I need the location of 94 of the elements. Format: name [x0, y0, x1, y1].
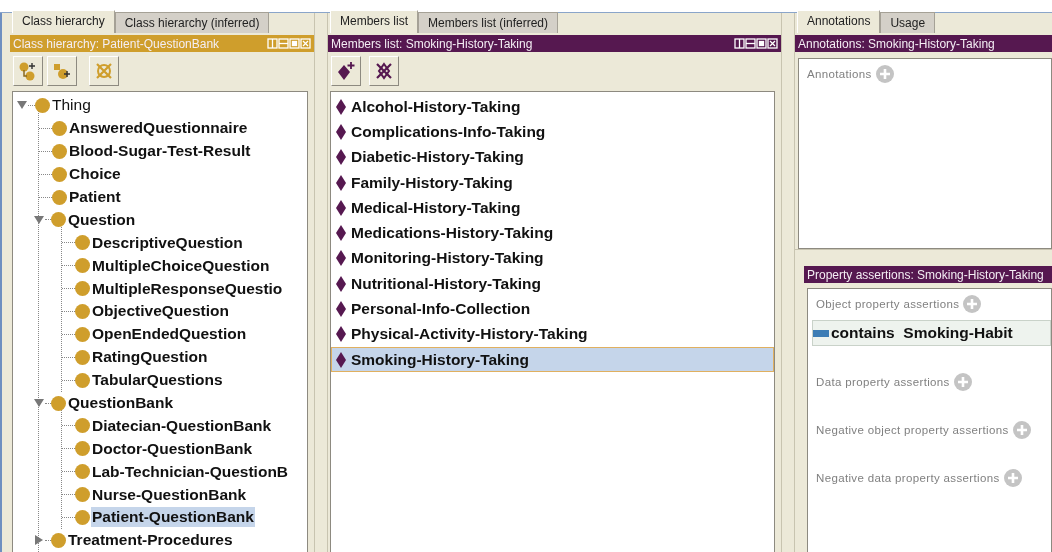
expand-arrow-icon[interactable] [33, 535, 45, 546]
class-label[interactable]: QuestionBank [67, 393, 175, 413]
class-icon [52, 143, 67, 159]
individual-icon [336, 225, 346, 242]
individual-icon [336, 275, 346, 292]
member-item[interactable]: Nutritional-History-Taking [331, 271, 774, 297]
view-tab[interactable]: Usage [880, 12, 936, 33]
view-tab[interactable]: Class hierarchy (inferred) [114, 12, 270, 33]
class-label[interactable]: Doctor-QuestionBank [91, 438, 254, 459]
individual-icon [336, 123, 346, 140]
view-title: Property assertions: Smoking-History-Taking [807, 267, 1045, 282]
add-sibling-icon [52, 61, 72, 81]
class-icon [75, 258, 90, 274]
member-item[interactable]: Alcohol-History-Taking [331, 94, 774, 120]
view-tab[interactable]: Members list (inferred) [418, 12, 559, 33]
add-subclass-icon [18, 61, 38, 81]
class-label[interactable]: Blood-Sugar-Test-Result [68, 141, 252, 162]
class-icon [75, 487, 90, 503]
class-label[interactable]: OpenEndedQuestion [91, 324, 248, 345]
class-icon [75, 418, 90, 434]
class-label[interactable]: Choice [68, 164, 122, 185]
view-title: Members list: Smoking-History-Taking [331, 36, 534, 51]
individual-icon [336, 98, 346, 115]
add-sibling-button[interactable] [47, 56, 77, 86]
view-tab[interactable]: Members list [330, 10, 418, 33]
member-item[interactable]: Medical-History-Taking [331, 195, 774, 221]
view-tab[interactable]: Annotations [797, 10, 881, 33]
class-label[interactable]: ObjectiveQuestion [91, 301, 230, 322]
class-icon [52, 120, 67, 136]
individual-icon [336, 199, 346, 216]
class-icon [35, 97, 50, 113]
class-icon [75, 441, 90, 457]
section-label: Annotations [807, 68, 872, 80]
collapse-arrow-icon[interactable] [33, 214, 45, 225]
view-controls-icon[interactable] [734, 38, 778, 49]
section-label: Negative data property assertions [816, 472, 1000, 484]
member-item[interactable]: Complications-Info-Taking [331, 119, 774, 145]
class-icon [51, 532, 66, 548]
section-label: Object property assertions [816, 298, 960, 310]
class-label[interactable]: MultipleResponseQuestio [91, 278, 284, 299]
assertion-row[interactable]: contains Smoking-Habit [812, 320, 1051, 346]
delete-icon [94, 61, 114, 81]
class-label[interactable]: Patient-QuestionBank [91, 507, 255, 528]
class-icon [52, 189, 67, 205]
individual-icon [336, 351, 346, 368]
class-icon [75, 509, 90, 525]
class-label[interactable]: Treatment-Procedures [67, 530, 234, 551]
object-property-icon [813, 329, 829, 337]
assertion-text: contains Smoking-Habit [831, 324, 1013, 342]
individual-icon [336, 149, 346, 166]
section-label: Negative object property assertions [816, 424, 1009, 436]
class-icon [51, 395, 66, 411]
individual-icon [336, 174, 346, 191]
class-icon [75, 281, 90, 297]
individual-icon [336, 326, 346, 343]
class-label[interactable]: Diatecian-QuestionBank [91, 415, 273, 436]
class-icon [52, 166, 67, 182]
member-item[interactable]: Personal-Info-Collection [331, 296, 774, 322]
class-label[interactable]: RatingQuestion [91, 347, 209, 368]
collapse-arrow-icon[interactable] [16, 100, 28, 111]
individual-icon [336, 301, 346, 317]
class-icon [75, 464, 90, 480]
class-label[interactable]: MultipleChoiceQuestion [91, 255, 271, 276]
view-title: Annotations: Smoking-History-Taking [798, 36, 996, 51]
delete-icon [374, 61, 394, 81]
class-label[interactable]: TabularQuestions [91, 370, 224, 391]
class-label[interactable]: Patient [68, 187, 122, 207]
member-item[interactable]: Smoking-History-Taking [331, 346, 774, 373]
class-icon [51, 212, 66, 228]
class-label[interactable]: Thing [51, 95, 92, 116]
section-label: Data property assertions [816, 376, 950, 388]
collapse-arrow-icon[interactable] [33, 398, 45, 408]
class-label[interactable]: DescriptiveQuestion [91, 232, 244, 253]
class-label[interactable]: AnsweredQuestionnaire [68, 118, 249, 139]
class-icon [75, 372, 90, 388]
class-label[interactable]: Lab-Technician-QuestionB [91, 461, 290, 482]
add-subclass-button[interactable] [13, 56, 43, 86]
member-item[interactable]: Medications-History-Taking [331, 220, 774, 246]
member-item[interactable]: Family-History-Taking [331, 169, 774, 196]
class-label[interactable]: Question [67, 209, 137, 230]
individual-icon [336, 250, 346, 267]
add-individual-button[interactable] [331, 56, 361, 86]
delete-button[interactable] [369, 56, 399, 86]
class-icon [75, 303, 90, 319]
class-icon [75, 326, 90, 342]
member-item[interactable]: Physical-Activity-History-Taking [331, 321, 774, 347]
member-item[interactable]: Diabetic-History-Taking [331, 144, 774, 170]
class-icon [75, 235, 90, 251]
class-label[interactable]: Nurse-QuestionBank [91, 484, 248, 505]
view-title: Class hierarchy: Patient-QuestionBank [13, 36, 221, 51]
diamond-plus-icon [336, 61, 356, 81]
class-icon [75, 349, 90, 365]
view-tab[interactable]: Class hierarchy [12, 10, 115, 33]
member-item[interactable]: Monitoring-History-Taking [331, 245, 774, 272]
